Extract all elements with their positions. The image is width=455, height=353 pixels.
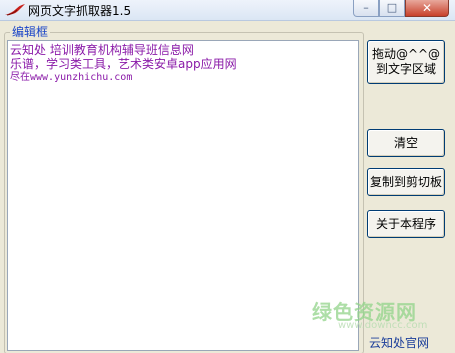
clear-button[interactable]: 清空	[367, 129, 445, 157]
edit-textarea[interactable]: 云知处 培训教育机构辅导班信息网 乐谱，学习类工具，艺术类安卓app应用网 尽在…	[7, 40, 359, 351]
editor-line: 乐谱，学习类工具，艺术类安卓app应用网	[10, 57, 237, 71]
minimize-button[interactable]: –	[353, 0, 379, 17]
close-icon: ✕	[421, 1, 433, 15]
copy-to-clipboard-button[interactable]: 复制到剪切板	[367, 168, 445, 196]
window-title: 网页文字抓取器1.5	[28, 4, 132, 18]
maximize-button[interactable]: □	[379, 0, 405, 17]
official-site-link[interactable]: 云知处官网	[369, 334, 429, 351]
minimize-icon: –	[363, 1, 369, 14]
watermark-url: www.downcc.com	[338, 320, 428, 331]
title-bar[interactable]: 网页文字抓取器1.5 – □ ✕	[0, 0, 455, 21]
editor-line: 尽在www.yunzhichu.com	[10, 72, 133, 83]
maximize-icon: □	[386, 1, 398, 14]
editor-line: 云知处 培训教育机构辅导班信息网	[10, 43, 194, 57]
caption-buttons: – □ ✕	[353, 0, 449, 18]
about-button[interactable]: 关于本程序	[367, 210, 445, 238]
drag-target-button[interactable]: 拖动@^^@到文字区域	[367, 40, 445, 84]
app-window: 网页文字抓取器1.5 – □ ✕ 编辑框 云知处 培训教育机构辅导班信息网 乐谱…	[0, 0, 455, 353]
close-button[interactable]: ✕	[405, 0, 449, 17]
app-logo-icon	[5, 4, 25, 16]
edit-group-label: 编辑框	[10, 23, 51, 40]
